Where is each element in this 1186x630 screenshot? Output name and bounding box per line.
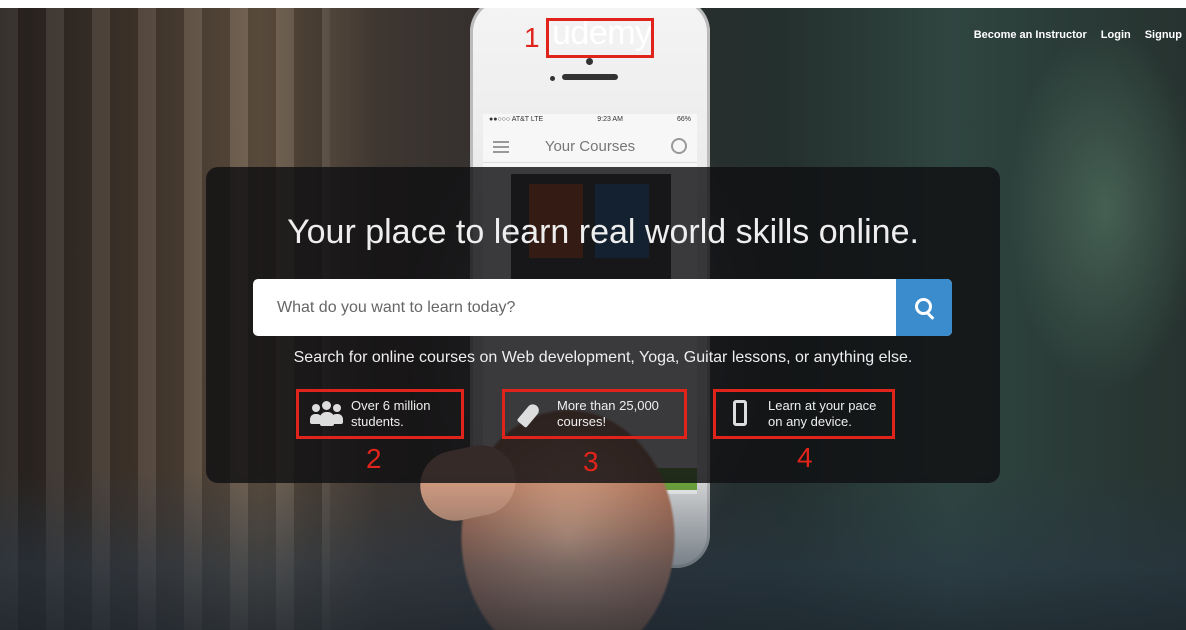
annotation-number-4: 4	[797, 442, 813, 473]
phone-status-carrier: ●●○○○ AT&T LTE	[489, 116, 544, 123]
rocket-icon	[515, 397, 549, 431]
phone-sensor	[550, 76, 555, 81]
top-nav: Become an Instructor Login Signup	[974, 29, 1182, 41]
annotation-number-2: 2	[366, 443, 382, 474]
feature-courses-line2: courses!	[557, 414, 607, 429]
feature-students-line1: Over 6 million	[351, 398, 431, 413]
hamburger-menu-icon	[493, 141, 509, 156]
feature-courses-text: More than 25,000 courses!	[557, 398, 659, 430]
phone-app-header: Your Courses	[483, 132, 697, 163]
mobile-device-icon	[726, 397, 760, 431]
annotation-box-logo	[546, 18, 654, 58]
feature-students-text: Over 6 million students.	[351, 398, 430, 430]
hero-headline: Your place to learn real world skills on…	[287, 213, 919, 251]
feature-courses: More than 25,000 courses!	[502, 389, 687, 439]
nav-signup-link[interactable]: Signup	[1145, 29, 1182, 41]
nav-login-link[interactable]: Login	[1101, 29, 1131, 41]
feature-any-device: Learn at your pace on any device.	[713, 389, 895, 439]
phone-status-time: 9:23 AM	[597, 116, 623, 123]
feature-any-device-text: Learn at your pace on any device.	[768, 398, 876, 430]
phone-speaker	[562, 74, 618, 80]
nav-become-instructor-link[interactable]: Become an Instructor	[974, 29, 1087, 41]
feature-students-line2: students.	[351, 414, 404, 429]
search-icon-handle	[926, 312, 935, 320]
phone-camera	[586, 58, 593, 65]
phone-status-battery: 66%	[676, 116, 691, 123]
hero-subtext: Search for online courses on Web develop…	[293, 349, 913, 366]
people-icon	[309, 397, 343, 431]
feature-any-device-line2: on any device.	[768, 414, 852, 429]
phone-home-button	[567, 502, 615, 550]
feature-any-device-line1: Learn at your pace	[768, 398, 877, 413]
feature-courses-line1: More than 25,000	[557, 398, 659, 413]
search-button[interactable]	[896, 279, 952, 336]
search-input[interactable]	[253, 279, 893, 336]
feature-students: Over 6 million students.	[296, 389, 464, 439]
phone-app-title: Your Courses	[544, 138, 636, 155]
annotation-number-3: 3	[583, 446, 599, 477]
phone-status-bar: ●●○○○ AT&T LTE 9:23 AM 66%	[483, 114, 697, 132]
search-icon	[671, 138, 687, 154]
search-bar	[253, 279, 952, 336]
annotation-number-1: 1	[524, 22, 540, 53]
